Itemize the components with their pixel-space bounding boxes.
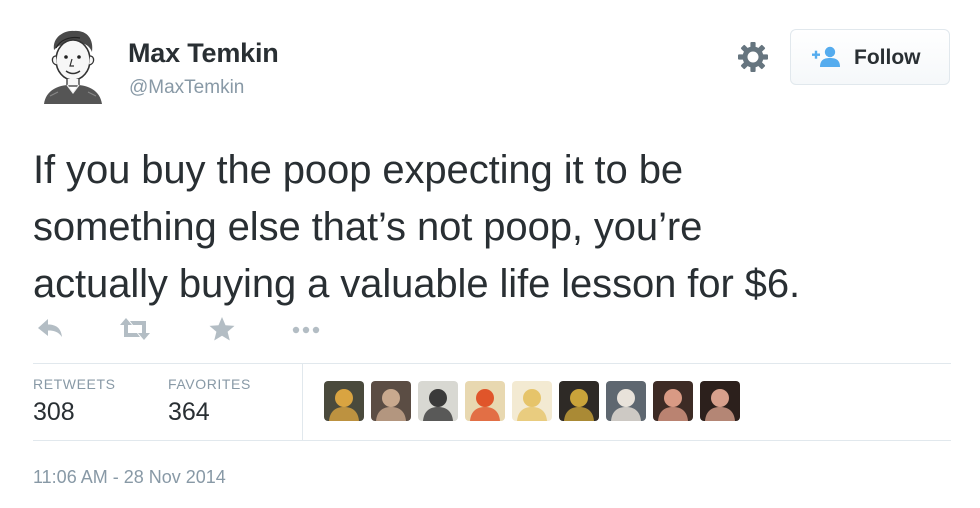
user-avatar-1[interactable] — [324, 381, 364, 421]
sketch-portrait-avatar-icon — [36, 26, 108, 104]
stats-divider-bottom — [33, 440, 951, 441]
user-avatar-4[interactable] — [465, 381, 505, 421]
user-avatar-7[interactable] — [606, 381, 646, 421]
retweets-count[interactable]: 308 — [33, 398, 75, 427]
more-button[interactable] — [290, 316, 324, 342]
reply-icon — [38, 319, 62, 337]
tweet-text-line: actually buying a valuable life lesson f… — [33, 262, 800, 306]
author-handle[interactable]: @MaxTemkin — [129, 77, 244, 99]
tweet-card: Max Temkin @MaxTemkin Follow If you buy … — [0, 0, 980, 508]
user-avatar-9[interactable] — [700, 381, 740, 421]
favorite-button[interactable] — [208, 316, 236, 342]
retweets-label: RETWEETS — [33, 376, 116, 392]
retweet-icon — [120, 318, 150, 340]
gear-icon[interactable] — [736, 40, 770, 74]
author-avatar[interactable] — [36, 26, 108, 104]
star-icon — [209, 317, 235, 341]
reply-button[interactable] — [36, 316, 64, 342]
author-display-name[interactable]: Max Temkin — [128, 38, 279, 69]
favorites-count[interactable]: 364 — [168, 398, 210, 427]
stats-divider-top — [33, 363, 951, 364]
favorites-label: FAVORITES — [168, 376, 251, 392]
user-avatar-2[interactable] — [371, 381, 411, 421]
tweet-timestamp[interactable]: 11:06 AM - 28 Nov 2014 — [33, 467, 226, 488]
more-dots-icon — [292, 326, 320, 334]
stats-vertical-divider — [302, 364, 303, 440]
user-avatar-5[interactable] — [512, 381, 552, 421]
tweet-text: If you buy the poop expecting it to be s… — [33, 142, 963, 313]
user-avatar-8[interactable] — [653, 381, 693, 421]
retweet-button[interactable] — [118, 316, 152, 342]
tweet-text-line: something else that’s not poop, you’re — [33, 205, 703, 249]
follow-button-label: Follow — [854, 46, 921, 69]
tweet-text-line: If you buy the poop expecting it to be — [33, 148, 683, 192]
user-avatar-6[interactable] — [559, 381, 599, 421]
follow-button[interactable]: Follow — [790, 29, 950, 85]
add-user-icon — [812, 46, 840, 67]
user-avatar-3[interactable] — [418, 381, 458, 421]
